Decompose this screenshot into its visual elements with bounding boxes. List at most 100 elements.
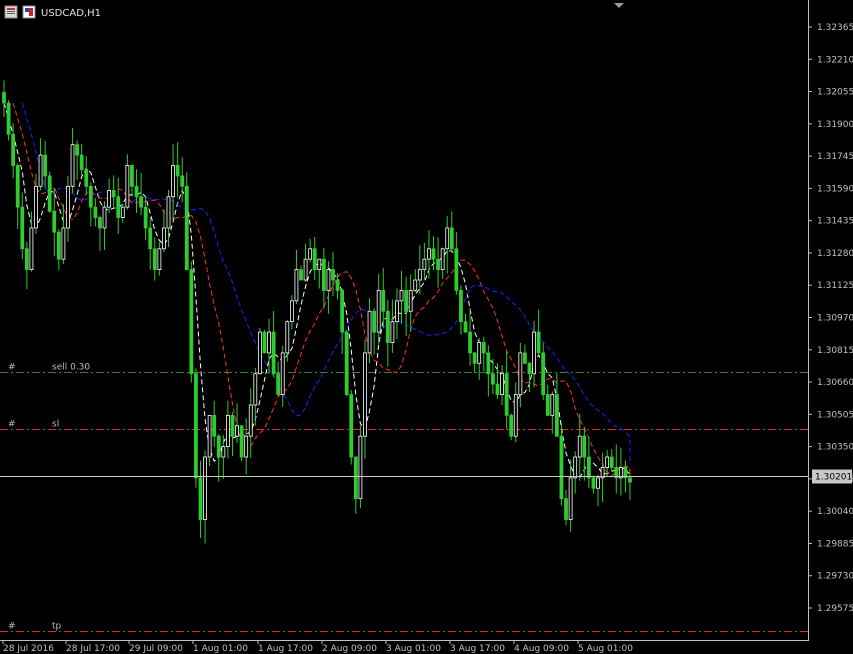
candle-body xyxy=(586,456,591,479)
candle-body xyxy=(353,456,358,500)
y-tick-label: 1.31280 xyxy=(817,249,853,259)
candle-body xyxy=(216,435,221,458)
candle-body xyxy=(52,210,57,233)
candle-body xyxy=(312,248,317,271)
candle-body xyxy=(84,169,89,187)
candle-body xyxy=(427,248,431,260)
candle-body xyxy=(253,373,258,406)
candle-body xyxy=(157,248,162,271)
candle-body xyxy=(591,477,596,489)
candle-body xyxy=(363,352,367,437)
candle-body xyxy=(180,175,185,187)
current-price-label: 1.30201 xyxy=(815,473,852,483)
candle-body xyxy=(111,190,116,198)
y-tick-label: 1.30815 xyxy=(817,346,853,356)
candle-body xyxy=(335,279,340,291)
candle-body xyxy=(235,425,239,437)
y-tick-label: 1.30970 xyxy=(817,314,853,324)
candle-body xyxy=(509,414,514,437)
candle-body xyxy=(130,165,134,187)
candle-body xyxy=(102,206,107,229)
candle-body xyxy=(541,352,546,395)
y-tick-label: 1.31745 xyxy=(817,152,853,162)
candle-body xyxy=(491,373,495,385)
candle-body xyxy=(20,206,25,250)
candle-body xyxy=(545,394,550,416)
level-marker: # xyxy=(8,622,16,632)
candle-body xyxy=(93,206,98,218)
candle-body xyxy=(477,342,482,364)
candle-body xyxy=(230,414,235,437)
y-tick-label: 1.29730 xyxy=(817,572,853,582)
candle-body xyxy=(221,446,226,458)
candle-body xyxy=(143,206,148,229)
x-tick-label: 4 Aug 09:00 xyxy=(514,644,569,654)
candle-body xyxy=(11,133,16,166)
candle-body xyxy=(289,300,294,323)
y-tick-label: 1.30040 xyxy=(817,507,853,517)
candle-body xyxy=(340,290,345,333)
candle-body xyxy=(554,394,559,437)
candle-body xyxy=(152,248,157,271)
candle-body xyxy=(573,456,578,479)
y-tick-label: 1.31125 xyxy=(817,281,853,291)
candle-body xyxy=(15,165,20,208)
candle-body xyxy=(56,231,61,260)
candle-body xyxy=(171,165,175,198)
candle-body xyxy=(116,196,121,218)
candle-body xyxy=(285,321,290,354)
chart-title: USDCAD,H1 xyxy=(41,8,101,19)
candle-body xyxy=(29,227,34,271)
candle-body xyxy=(239,425,244,458)
x-tick-label: 3 Aug 17:00 xyxy=(450,644,505,654)
y-tick-label: 1.32365 xyxy=(817,23,853,33)
candle-body xyxy=(532,331,536,375)
candle-body xyxy=(139,196,143,208)
candle-body xyxy=(408,290,413,312)
candle-body xyxy=(34,185,38,229)
price-chart[interactable]: 1.32365 1.32210 1.32055 1.31900 1.31745 1.315… xyxy=(0,0,853,654)
candle-body xyxy=(495,383,500,395)
candle-body xyxy=(381,290,386,312)
candle-body xyxy=(523,352,527,364)
candle-body xyxy=(596,477,600,489)
candle-body xyxy=(299,269,303,281)
candle-body xyxy=(75,144,80,156)
candle-body xyxy=(628,477,632,483)
candle-body xyxy=(609,456,614,468)
candle-body xyxy=(326,269,331,291)
candle-body xyxy=(358,435,363,500)
candle-body xyxy=(559,435,564,500)
candle-body xyxy=(134,185,139,198)
candle-body xyxy=(225,414,230,448)
level-label: sell 0.30 xyxy=(52,363,90,373)
candle-body xyxy=(390,321,395,343)
candle-body xyxy=(445,227,450,250)
candle-body xyxy=(568,477,573,520)
candle-body xyxy=(349,394,354,458)
x-tick-label: 1 Aug 01:00 xyxy=(193,644,248,654)
candle-body xyxy=(61,227,66,260)
candle-body xyxy=(385,310,390,343)
candle-body xyxy=(148,227,153,250)
candle-body xyxy=(66,185,70,229)
candle-body xyxy=(500,373,504,395)
y-tick-label: 1.30660 xyxy=(817,378,853,388)
candle-body xyxy=(194,373,198,479)
level-label: tp xyxy=(52,622,62,632)
x-tick-label: 28 Jul 17:00 xyxy=(66,644,120,654)
candle-body xyxy=(372,310,377,333)
candle-body xyxy=(431,248,436,260)
candle-body xyxy=(395,300,399,323)
candle-body xyxy=(550,394,555,416)
candle-body xyxy=(317,258,322,271)
candle-body xyxy=(422,258,427,271)
candle-body xyxy=(417,269,422,281)
candle-body xyxy=(166,196,171,229)
candle-body xyxy=(267,331,271,354)
candle-body xyxy=(564,498,568,520)
candle-body xyxy=(98,217,102,229)
candle-body xyxy=(504,373,509,416)
candle-body xyxy=(70,144,75,187)
candle-body xyxy=(203,456,207,520)
